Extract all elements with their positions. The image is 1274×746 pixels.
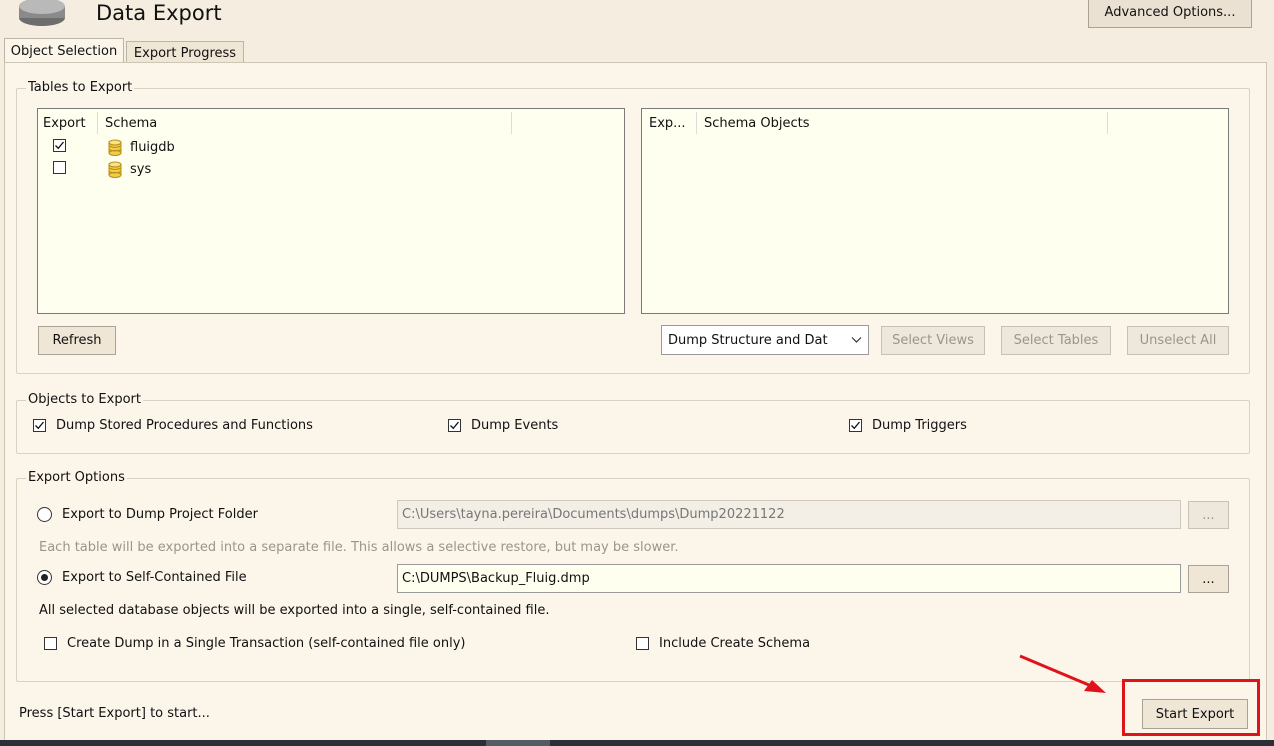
self-contained-hint: All selected database objects will be ex… [39,603,550,618]
dump-triggers-label[interactable]: Dump Triggers [872,418,967,434]
taskbar-edge [0,740,1274,746]
radio-selected-dot [41,574,48,581]
column-divider [511,112,512,134]
select-views-button[interactable]: Select Views [881,326,985,355]
export-self-contained-radio[interactable] [37,570,52,585]
advanced-options-button[interactable]: Advanced Options... [1088,0,1252,28]
database-icon [108,139,122,156]
column-header-exp[interactable]: Exp... [649,116,686,132]
schema-name-sys[interactable]: sys [130,162,151,178]
project-folder-path-input[interactable]: C:\Users\tayna.pereira\Documents\dumps\D… [397,500,1181,529]
include-create-schema-label[interactable]: Include Create Schema [659,636,810,652]
chevron-down-icon [851,337,862,343]
tab-object-selection[interactable]: Object Selection [4,38,124,64]
highlight-box [1122,679,1260,736]
export-project-folder-label[interactable]: Export to Dump Project Folder [62,507,258,523]
status-text: Press [Start Export] to start... [19,706,210,721]
window-title: Data Export [96,1,222,25]
database-icon [108,161,122,178]
single-transaction-checkbox[interactable] [44,637,57,650]
database-icon [19,0,65,26]
export-project-folder-radio[interactable] [37,507,52,522]
column-header-schema-objects[interactable]: Schema Objects [704,116,810,132]
objects-to-export-label: Objects to Export [26,392,143,408]
checkmark-icon [851,421,861,430]
export-self-contained-label[interactable]: Export to Self-Contained File [62,570,247,586]
schema-checkbox-fluigdb[interactable] [53,139,66,152]
column-header-export[interactable]: Export [43,116,86,132]
column-header-schema[interactable]: Schema [105,116,157,132]
self-contained-browse-button[interactable]: ... [1188,565,1229,593]
project-folder-browse-button[interactable]: ... [1188,501,1229,529]
export-options-label: Export Options [26,470,127,486]
checkmark-icon [55,141,65,150]
single-transaction-label[interactable]: Create Dump in a Single Transaction (sel… [67,636,465,652]
schema-checkbox-sys[interactable] [53,161,66,174]
column-divider [97,112,98,134]
self-contained-path-input[interactable]: C:\DUMPS\Backup_Fluig.dmp [397,564,1181,593]
unselect-all-button[interactable]: Unselect All [1127,326,1229,355]
dump-events-checkbox[interactable] [448,419,461,432]
column-divider [696,112,697,134]
project-folder-hint: Each table will be exported into a separ… [39,540,679,555]
taskbar-item [486,740,550,746]
schema-list[interactable] [37,108,625,314]
dump-type-select-value: Dump Structure and Dat [668,332,828,348]
refresh-button[interactable]: Refresh [38,326,116,355]
arrow-annotation [1019,654,1106,693]
column-divider [1107,112,1108,134]
schema-name-fluigdb[interactable]: fluigdb [130,140,175,156]
dump-triggers-checkbox[interactable] [849,419,862,432]
tables-to-export-label: Tables to Export [26,80,135,96]
dump-type-select[interactable]: Dump Structure and Dat [661,325,869,355]
include-create-schema-checkbox[interactable] [636,637,649,650]
schema-objects-list[interactable] [641,108,1229,314]
checkmark-icon [35,421,45,430]
checkmark-icon [450,421,460,430]
dump-routines-label[interactable]: Dump Stored Procedures and Functions [56,418,313,434]
dump-events-label[interactable]: Dump Events [471,418,558,434]
dump-routines-checkbox[interactable] [33,419,46,432]
select-tables-button[interactable]: Select Tables [1001,326,1111,355]
